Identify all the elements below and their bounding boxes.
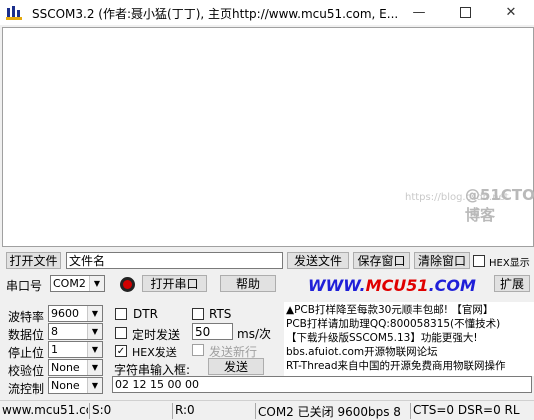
window-title: SSCOM3.2 (作者:聂小猛(丁丁), 主页http://www.mcu51… [32,7,399,21]
clear-window-button[interactable]: 清除窗口 [414,252,470,269]
port-select[interactable]: COM2 ▼ [50,275,105,292]
stopbits-value: 1 [51,343,58,356]
chevron-down-icon: ▼ [89,276,104,291]
hex-send-label: HEX发送 [132,346,177,359]
ad-panel: ▲PCB打样降至每款30元顺丰包邮! 【官网】 PCB打样请加助理QQ:8000… [284,302,534,376]
chevron-down-icon: ▼ [87,306,102,321]
parity-value: None [51,361,80,374]
flow-select[interactable]: None ▼ [48,377,103,394]
port-value: COM2 [53,277,86,290]
parity-label: 校验位 [8,364,45,378]
chevron-down-icon: ▼ [87,342,102,357]
open-port-button[interactable]: 打开串口 [142,275,207,292]
minimize-icon: — [412,5,426,20]
baud-value: 9600 [51,307,79,320]
stopbits-select[interactable]: 1 ▼ [48,341,103,358]
chevron-down-icon: ▼ [87,324,102,339]
baud-select[interactable]: 9600 ▼ [48,305,103,322]
chevron-down-icon: ▼ [87,378,102,393]
ad-line[interactable]: 【下载升级版SSCOM5.13】功能更强大! [286,330,478,345]
dtr-label: DTR [133,307,158,321]
website-part: MCU51 [365,276,429,295]
flow-label: 流控制 [8,382,45,396]
dtr-checkbox[interactable] [115,308,127,320]
hex-display-checkbox[interactable] [473,255,485,267]
flow-value: None [51,379,80,392]
app-icon [6,6,22,20]
ad-line[interactable]: RT-Thread来自中国的开源免费商用物联网操作 [286,358,506,373]
databits-select[interactable]: 8 ▼ [48,323,103,340]
rts-checkbox[interactable] [192,308,204,320]
interval-input[interactable]: 50 [192,323,233,340]
website-part: WWW. [308,276,366,295]
databits-value: 8 [51,325,58,338]
close-icon: ✕ [505,5,517,20]
send-button[interactable]: 发送 [208,358,264,375]
maximize-icon [459,7,471,18]
parity-select[interactable]: None ▼ [48,359,103,376]
baud-label: 波特率 [8,310,45,324]
minimize-button[interactable]: — [396,0,442,25]
close-button[interactable]: ✕ [488,0,534,25]
send-newline-checkbox[interactable] [192,344,204,356]
stopbits-label: 停止位 [8,346,45,360]
status-signals: CTS=0 DSR=0 RL [410,403,534,419]
hex-display-label: HEX显示 [489,258,530,269]
status-port: COM2 已关闭 9600bps 8 [255,403,409,419]
website-part: .COM [428,276,476,295]
maximize-button[interactable] [442,0,488,25]
timed-send-label: 定时发送 [132,328,181,342]
status-site: www.mcu51.cor [2,403,88,417]
website-link[interactable]: WWW.MCU51.COM [308,276,476,295]
hex-send-checkbox[interactable]: ✓ [115,345,127,357]
port-status-indicator-icon [120,277,135,292]
ad-line[interactable]: PCB打样请加助理QQ:800058315(不懂技术) [286,316,500,331]
ad-line[interactable]: ▲PCB打样降至每款30元顺丰包邮! 【官网】 [286,302,493,317]
databits-label: 数据位 [8,328,45,342]
rts-label: RTS [209,307,232,321]
ad-line[interactable]: bbs.afuiot.com开源物联网论坛 [286,344,438,359]
status-received-count: R:0 [172,403,254,419]
receive-textarea[interactable] [2,27,534,247]
chevron-down-icon: ▼ [87,360,102,375]
interval-unit-label: ms/次 [237,327,271,341]
open-file-button[interactable]: 打开文件 [6,252,61,269]
watermark-logo: @51CTO博客 [465,186,534,224]
title-bar: SSCOM3.2 (作者:聂小猛(丁丁), 主页http://www.mcu51… [0,0,534,25]
help-button[interactable]: 帮助 [220,275,276,292]
status-sent-count: S:0 [89,403,171,419]
save-window-button[interactable]: 保存窗口 [353,252,410,269]
string-input[interactable]: 02 12 15 00 00 [112,376,532,393]
timed-send-checkbox[interactable] [115,327,127,339]
status-bar: www.mcu51.cor S:0 R:0 COM2 已关闭 9600bps 8… [0,400,534,420]
port-label: 串口号 [6,279,43,293]
file-name-input[interactable]: 文件名 [66,252,283,269]
expand-button[interactable]: 扩展 [494,275,530,292]
send-file-button[interactable]: 发送文件 [287,252,349,269]
